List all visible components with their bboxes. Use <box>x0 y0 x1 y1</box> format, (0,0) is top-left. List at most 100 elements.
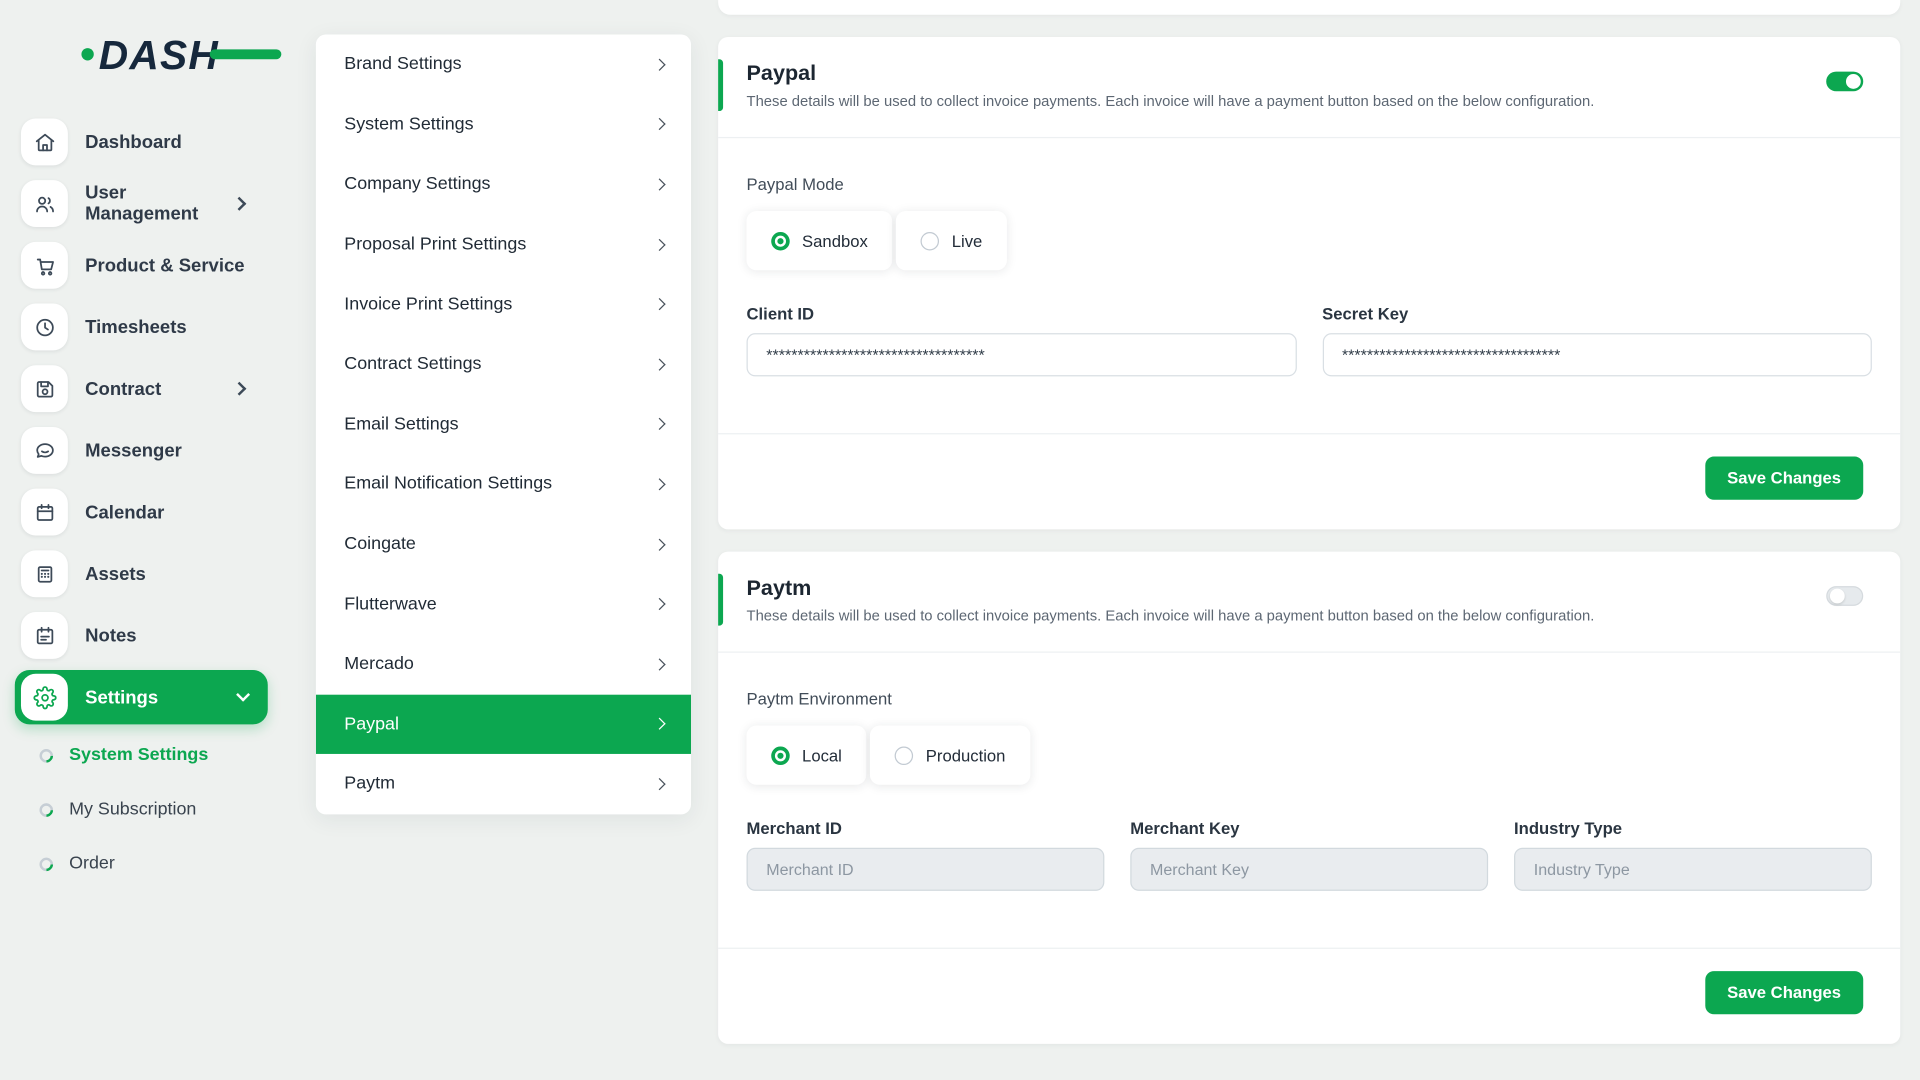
previous-card-edge <box>718 0 1900 15</box>
menu-item-invoice-print-settings[interactable]: Invoice Print Settings <box>316 274 691 334</box>
menu-item-contract-settings[interactable]: Contract Settings <box>316 334 691 394</box>
client-id-label: Client ID <box>747 305 1297 324</box>
menu-item-label: Brand Settings <box>344 55 461 75</box>
menu-item-label: System Settings <box>344 115 473 135</box>
chevron-down-icon <box>236 688 250 702</box>
paytm-card-footer: Save Changes <box>718 949 1900 1044</box>
paypal-card-header: Paypal These details will be used to col… <box>718 37 1900 137</box>
menu-item-brand-settings[interactable]: Brand Settings <box>316 35 691 95</box>
menu-item-paytm[interactable]: Paytm <box>316 754 691 814</box>
menu-item-email-settings[interactable]: Email Settings <box>316 394 691 454</box>
sidebar-item-user-management[interactable]: User Management <box>0 173 291 235</box>
secret-key-input[interactable] <box>1322 333 1872 376</box>
sidebar-item-settings[interactable]: Settings <box>15 670 268 724</box>
industry-type-input[interactable] <box>1514 848 1872 891</box>
merchant-key-label: Merchant Key <box>1130 819 1488 838</box>
merchant-id-field-group: Merchant ID <box>747 819 1105 891</box>
menu-item-label: Mercado <box>344 654 414 674</box>
radio-option-local[interactable]: Local <box>747 726 867 785</box>
sidebar-subitem-my-subscription[interactable]: My Subscription <box>0 782 291 836</box>
secret-key-field-group: Secret Key <box>1322 305 1872 377</box>
app-window: DASH Dashboard User Management <box>0 0 1920 1080</box>
radio-option-label: Live <box>952 231 983 250</box>
calculator-icon <box>21 550 68 597</box>
menu-item-label: Email Settings <box>344 414 458 434</box>
sidebar-nav: Dashboard User Management Product & Serv… <box>0 111 291 891</box>
chevron-right-icon <box>232 382 246 396</box>
chevron-right-icon <box>653 238 665 250</box>
sidebar-item-label: Settings <box>85 687 158 708</box>
sidebar-item-contract[interactable]: Contract <box>0 358 291 420</box>
radio-option-production[interactable]: Production <box>870 726 1030 785</box>
sidebar-item-product-service[interactable]: Product & Service <box>0 234 291 296</box>
menu-item-label: Email Notification Settings <box>344 474 552 494</box>
brand-name: DASH <box>86 32 219 78</box>
menu-item-label: Company Settings <box>344 175 490 195</box>
chat-icon <box>21 427 68 474</box>
client-id-input[interactable] <box>747 333 1297 376</box>
sidebar-subitem-label: Order <box>69 854 115 874</box>
merchant-key-input[interactable] <box>1130 848 1488 891</box>
paytm-enable-toggle[interactable] <box>1826 586 1863 606</box>
logo-dash-icon <box>210 49 282 59</box>
paypal-mode-label: Paypal Mode <box>747 175 1872 194</box>
sidebar-item-label: Calendar <box>85 502 164 523</box>
sidebar-item-notes[interactable]: Notes <box>0 605 291 667</box>
cart-icon <box>21 242 68 289</box>
clock-icon <box>21 304 68 351</box>
bullet-icon <box>37 854 56 873</box>
paypal-save-button[interactable]: Save Changes <box>1705 457 1863 500</box>
settings-menu-panel: Brand Settings System Settings Company S… <box>316 35 691 814</box>
menu-item-company-settings[interactable]: Company Settings <box>316 154 691 214</box>
sidebar-item-label: Product & Service <box>85 255 244 276</box>
sidebar-subitem-label: My Subscription <box>69 800 196 820</box>
sidebar-item-messenger[interactable]: Messenger <box>0 420 291 482</box>
paytm-save-button[interactable]: Save Changes <box>1705 971 1863 1014</box>
paypal-card-footer: Save Changes <box>718 434 1900 529</box>
paytm-fields: Merchant ID Merchant Key Industry Type <box>747 819 1872 891</box>
radio-option-live[interactable]: Live <box>896 211 1007 270</box>
radio-option-label: Production <box>926 746 1006 765</box>
toggle-knob <box>1830 589 1845 604</box>
paytm-environment-options: Local Production <box>747 726 1872 785</box>
chevron-right-icon <box>653 118 665 130</box>
menu-item-paypal[interactable]: Paypal <box>316 694 691 754</box>
sidebar-subitem-system-settings[interactable]: System Settings <box>0 728 291 782</box>
sidebar-item-assets[interactable]: Assets <box>0 543 291 605</box>
sidebar-item-timesheets[interactable]: Timesheets <box>0 296 291 358</box>
merchant-key-field-group: Merchant Key <box>1130 819 1488 891</box>
paypal-enable-toggle[interactable] <box>1826 72 1863 92</box>
merchant-id-input[interactable] <box>747 848 1105 891</box>
sidebar-subitem-order[interactable]: Order <box>0 837 291 891</box>
paypal-card: Paypal These details will be used to col… <box>718 37 1900 529</box>
menu-item-system-settings[interactable]: System Settings <box>316 95 691 155</box>
card-description: These details will be used to collect in… <box>747 93 1864 110</box>
chevron-right-icon <box>653 658 665 670</box>
chevron-right-icon <box>653 298 665 310</box>
chevron-right-icon <box>653 598 665 610</box>
brand-logo: DASH <box>86 32 259 76</box>
sidebar-subitem-label: System Settings <box>69 745 208 765</box>
menu-item-mercado[interactable]: Mercado <box>316 634 691 694</box>
radio-option-sandbox[interactable]: Sandbox <box>747 211 893 270</box>
menu-item-label: Paytm <box>344 774 395 794</box>
sidebar-item-dashboard[interactable]: Dashboard <box>0 111 291 173</box>
paytm-card: Paytm These details will be used to coll… <box>718 552 1900 1044</box>
menu-item-label: Flutterwave <box>344 594 436 614</box>
menu-item-flutterwave[interactable]: Flutterwave <box>316 574 691 634</box>
sidebar-item-label: Assets <box>85 563 146 584</box>
menu-item-coingate[interactable]: Coingate <box>316 514 691 574</box>
secret-key-label: Secret Key <box>1322 305 1872 324</box>
logo-dot-icon <box>81 48 93 60</box>
notes-icon <box>21 612 68 659</box>
radio-unselected-icon <box>895 746 914 765</box>
radio-unselected-icon <box>921 231 940 250</box>
menu-item-proposal-print-settings[interactable]: Proposal Print Settings <box>316 214 691 274</box>
menu-item-email-notification-settings[interactable]: Email Notification Settings <box>316 454 691 514</box>
menu-item-label: Contract Settings <box>344 354 481 374</box>
menu-item-label: Coingate <box>344 534 416 554</box>
sidebar-item-calendar[interactable]: Calendar <box>0 481 291 543</box>
chevron-right-icon <box>653 778 665 790</box>
sidebar-item-label: Notes <box>85 625 136 646</box>
sidebar: DASH Dashboard User Management <box>0 0 291 1080</box>
